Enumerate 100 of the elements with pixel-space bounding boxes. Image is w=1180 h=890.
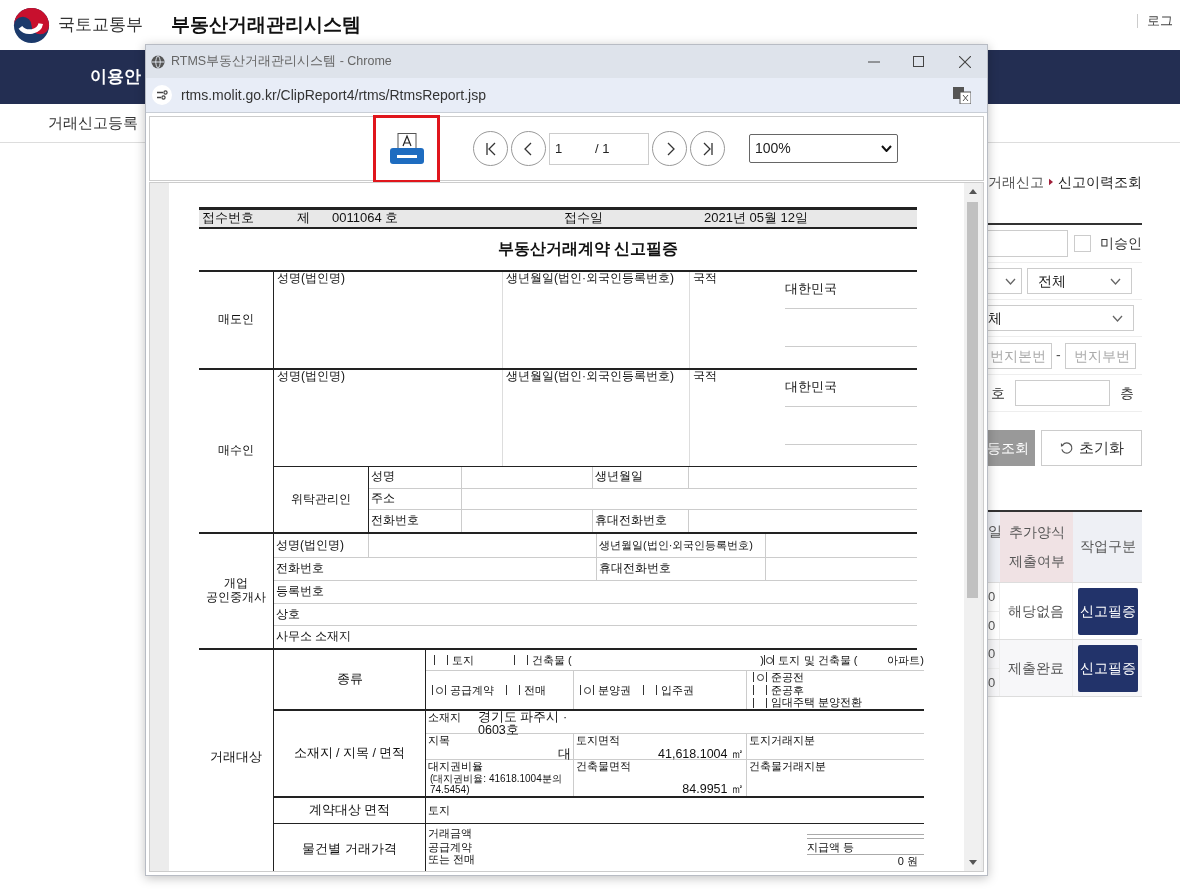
last-page-button[interactable] [690,131,725,166]
select-field[interactable]: 체 [988,305,1134,331]
scroll-down-icon [968,860,977,865]
translate-icon[interactable] [953,86,971,104]
report-title: 부동산거래계약 신고필증 [496,239,680,260]
section-label: 거래대상 [199,650,274,871]
chevron-down-icon [1112,314,1123,322]
field-label: 접수번호 [202,211,255,226]
nav-menu-item[interactable]: 이용안 [90,64,141,90]
option-label: ) [760,653,764,667]
field-label: 성명(법인명) [276,272,346,287]
field-label: 생년월일 [592,467,689,488]
system-title: 부동산거래관리시스템 [171,12,361,37]
field-value: 84.9951 ㎡ [682,781,745,796]
field-label: 상호 [275,607,300,622]
zoom-select[interactable]: 100% [749,134,898,163]
page-field[interactable]: 1 / 1 [549,132,649,165]
field-label: 토지 [427,803,450,819]
field-value: 경기도 파주시 · [478,711,568,724]
field-label: 지목 [428,734,451,747]
field-value: (대지권비율: 41618.1004분의 74.5454) [429,772,563,795]
field-label: 지급액 등 [807,841,924,855]
maximize-icon[interactable] [913,56,924,67]
field-label: 토지면적 [576,734,621,747]
section-label: 매수인 [199,370,274,532]
option-label: 입주권 [661,683,694,697]
table-cell: 해당없음 [1000,583,1073,639]
logo-icon [13,6,50,44]
row-label: 종류 [274,650,426,709]
field-label: 거래금액 [428,827,473,841]
field-value: 2021년 05월 12일 [704,211,809,226]
breadcrumb-link[interactable]: 신고이력조회 [1058,171,1142,193]
field-label: 전화번호 [369,510,462,532]
field-label: 건축물거래지분 [749,760,827,773]
chevron-down-icon [881,145,892,152]
close-icon[interactable] [959,55,971,68]
subnav-item[interactable]: 거래신고등록 [48,111,138,135]
certificate-button[interactable]: 신고필증 [1077,587,1138,635]
caret-icon [1049,178,1053,186]
next-page-button[interactable] [652,131,687,166]
row-label: 물건별 거래가격 [274,824,426,871]
option-label: 건축물 ( [532,653,572,667]
field-label: 접수일 [564,211,604,226]
column-header: 일 [988,512,1000,582]
column-header: 작업구분 [1073,512,1142,582]
option-label: 분양권 [598,683,631,697]
site-info-icon[interactable] [152,85,172,105]
page-total-text: / 1 [595,139,610,158]
field-label: 공급계약 또는 전매 [428,842,477,866]
field-label: 생년월일(법인·외국인등록번호) [502,370,689,466]
first-page-button[interactable] [473,131,508,166]
text-field[interactable] [1015,380,1110,406]
login-link[interactable]: 로그 [1147,11,1173,31]
globe-icon [151,54,165,69]
window-title: RTMS부동산거래관리시스템 - Chrome [171,53,393,71]
field-label: 국적 [689,272,785,368]
field-label: 토지거래지분 [749,734,816,747]
field-label: 주소 [369,488,462,510]
lot-main-field[interactable]: 번지본번 [988,342,1052,369]
url-text: rtms.molit.go.kr/ClipReport4/rtms/RtmsReport.jsp [181,85,487,105]
option-label: 임대주택 분양전환 [771,696,863,709]
field-label: 생년월일(법인·외국인등록번호) [596,534,766,557]
option-label: 전매 [524,683,546,697]
field-label: 건축물면적 [576,760,632,773]
column-header: 추가양식 제출여부 [1000,512,1073,582]
reset-icon [1059,441,1073,455]
reset-button[interactable]: 초기화 [1041,430,1142,466]
field-label: 성명(법인명) [276,370,346,385]
field-label: 휴대전화번호 [596,558,766,580]
section-label: 매도인 [199,272,274,368]
option-label: 준공후 [771,683,804,697]
field-label: 층 [1120,383,1134,403]
field-label: 성명(법인명) [274,534,369,557]
certificate-button[interactable]: 신고필증 [1077,644,1138,692]
chevron-down-icon [1110,277,1121,285]
field-label: 등록번호 [275,584,324,599]
option-label: ) [920,653,924,667]
field-label: 사무소 소재지 [275,630,352,645]
field-value: 아파트 [887,653,921,667]
field-value: 대한민국 [785,272,917,309]
row-label: 계약대상 면적 [274,798,426,823]
field-label: 전화번호 [275,560,325,578]
breadcrumb-link[interactable]: 거래신고 [988,171,1044,193]
lot-sub-field[interactable]: 번지부번 [1064,342,1136,369]
field-label: 성명 [369,467,462,488]
field-label: 대지권비율 [428,760,484,773]
print-button[interactable] [387,131,426,166]
field-label: 소재지 [428,711,462,725]
printer-icon [388,132,425,165]
scrollbar[interactable] [964,183,981,871]
field-value: 41,618.1004 ㎡ [658,746,745,761]
previous-page-button[interactable] [511,131,546,166]
first-page-icon [483,141,498,156]
checkbox-label: 미승인 [1100,234,1142,253]
chevron-down-icon [1005,277,1016,285]
select-field[interactable]: 전체 [1027,268,1132,294]
field-value: 대한민국 [785,370,917,407]
ministry-name: 국토교통부 [58,14,143,37]
field-value: 0011064 호 [332,211,400,226]
checkbox[interactable] [1074,235,1091,252]
